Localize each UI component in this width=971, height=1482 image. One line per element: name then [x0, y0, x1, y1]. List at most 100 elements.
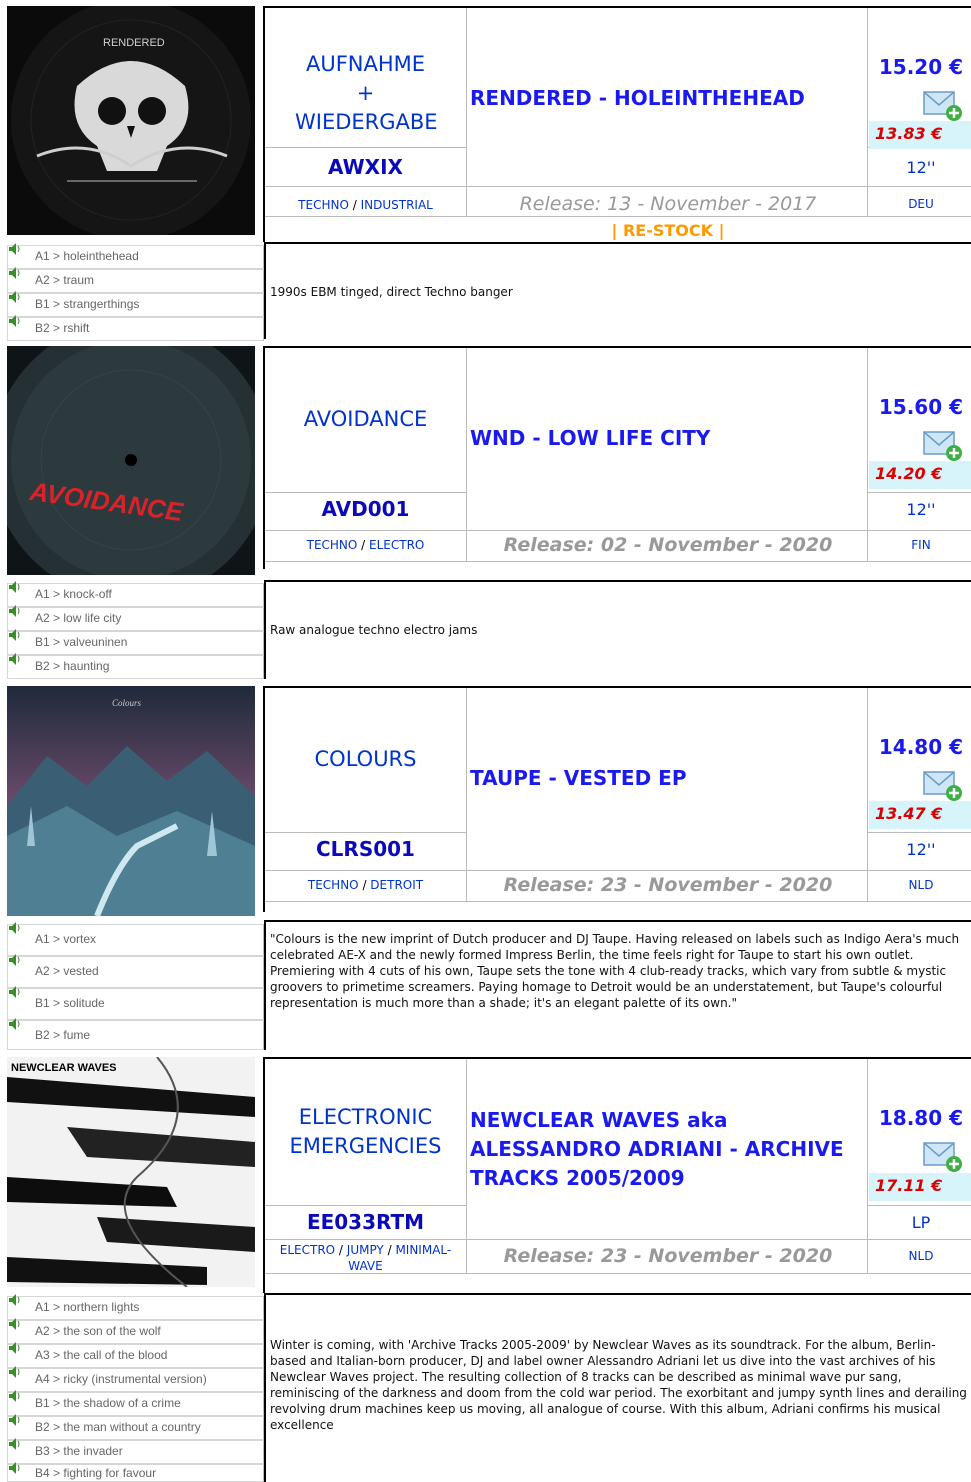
cover-image[interactable]: Colours — [7, 686, 255, 916]
genre-link[interactable]: INDUSTRIAL — [361, 198, 433, 212]
speaker-icon[interactable] — [8, 604, 22, 618]
speaker-icon[interactable] — [8, 1317, 22, 1331]
release-title-link[interactable]: TAUPE - VESTED EP — [470, 764, 866, 793]
genre-separator: / — [358, 878, 371, 892]
speaker-icon[interactable] — [8, 1017, 22, 1031]
track-title: B2 > haunting — [35, 659, 110, 673]
format: LP — [911, 1213, 931, 1232]
speaker-icon[interactable] — [8, 1365, 22, 1379]
catalog-number: AVD001 — [321, 497, 410, 521]
release-info-panel: COLOURS TAUPE - VESTED EP CLRS001 TECHNO… — [263, 686, 971, 912]
speaker-icon[interactable] — [8, 953, 22, 967]
format: 12'' — [906, 500, 936, 519]
genre-link[interactable]: TECHNO — [298, 198, 349, 212]
track-item[interactable]: B3 > the invader — [7, 1437, 264, 1464]
speaker-icon[interactable] — [8, 580, 22, 594]
genre-link[interactable]: DETROIT — [370, 878, 423, 892]
genre-link[interactable]: TECHNO — [308, 878, 359, 892]
track-item[interactable]: A2 > vested — [7, 953, 264, 988]
speaker-icon[interactable] — [8, 921, 22, 935]
album-art-image: Colours — [7, 686, 255, 916]
genre-link[interactable]: TECHNO — [307, 538, 358, 552]
speaker-icon[interactable] — [8, 1413, 22, 1427]
track-item[interactable]: A3 > the call of the blood — [7, 1341, 264, 1368]
track-item[interactable]: A2 > the son of the wolf — [7, 1317, 264, 1344]
email-add-icon[interactable] — [923, 1139, 963, 1173]
track-title: B3 > the invader — [35, 1444, 123, 1458]
genre-link[interactable]: ELECTRO — [280, 1243, 335, 1257]
cover-image[interactable]: AVOIDANCE — [7, 346, 255, 575]
release-title-link[interactable]: WND - LOW LIFE CITY — [470, 424, 866, 453]
track-item[interactable]: A2 > traum — [7, 266, 264, 293]
speaker-icon[interactable] — [8, 628, 22, 642]
label-link[interactable]: ELECTRONIC EMERGENCIES — [265, 1103, 466, 1161]
genre-separator: / — [357, 538, 370, 552]
cover-image[interactable]: NEWCLEAR WAVES — [7, 1057, 255, 1287]
discount-price: 13.47 € — [875, 804, 943, 823]
track-title: A1 > holeinthehead — [35, 249, 139, 263]
track-item[interactable]: A2 > low life city — [7, 604, 264, 631]
track-title: A1 > vortex — [35, 932, 97, 946]
track-title: A1 > northern lights — [35, 1300, 140, 1314]
genre-link[interactable]: ELECTRO — [369, 538, 424, 552]
genre-link[interactable]: JUMPY — [347, 1243, 384, 1257]
genre-separator: / — [383, 1243, 396, 1257]
speaker-icon[interactable] — [8, 1437, 22, 1451]
release-title-link[interactable]: NEWCLEAR WAVES aka ALESSANDRO ADRIANI - … — [470, 1106, 866, 1193]
price: 15.60 € — [878, 395, 963, 419]
speaker-icon[interactable] — [8, 290, 22, 304]
track-item[interactable]: B1 > the shadow of a crime — [7, 1389, 264, 1416]
catalog-number: AWXIX — [328, 155, 403, 179]
speaker-icon[interactable] — [8, 1461, 22, 1475]
track-title: A4 > ricky (instrumental version) — [35, 1372, 207, 1386]
description-text: Raw analogue techno electro jams — [270, 623, 478, 637]
format: 12'' — [906, 840, 936, 859]
track-item[interactable]: A1 > holeinthehead — [7, 242, 264, 269]
genre-links: TECHNO / INDUSTRIAL — [265, 197, 466, 213]
track-title: A1 > knock-off — [35, 587, 112, 601]
speaker-icon[interactable] — [8, 1293, 22, 1307]
track-item[interactable]: B1 > valveuninen — [7, 628, 264, 655]
label-link[interactable]: AVOIDANCE — [265, 405, 466, 434]
track-item[interactable]: A1 > knock-off — [7, 580, 264, 607]
speaker-icon[interactable] — [8, 242, 22, 256]
discount-price-box: 13.83 € — [869, 121, 971, 149]
speaker-icon[interactable] — [8, 266, 22, 280]
speaker-icon[interactable] — [8, 652, 22, 666]
release-title-link[interactable]: RENDERED - HOLEINTHEHEAD — [470, 84, 866, 113]
email-add-icon[interactable] — [923, 768, 963, 802]
label-link[interactable]: AUFNAHME + WIEDERGABE — [265, 50, 466, 137]
release-info-panel: AVOIDANCE WND - LOW LIFE CITY AVD001 TEC… — [263, 346, 971, 569]
email-add-icon[interactable] — [923, 428, 963, 462]
discount-price-box: 14.20 € — [869, 461, 971, 489]
description-text: "Colours is the new imprint of Dutch pro… — [270, 932, 960, 1010]
discount-price: 14.20 € — [875, 464, 943, 483]
track-item[interactable]: B4 > fighting for favour — [7, 1461, 264, 1482]
track-item[interactable]: A1 > vortex — [7, 921, 264, 956]
track-title: B1 > the shadow of a crime — [35, 1396, 181, 1410]
cover-image[interactable]: RENDERED — [7, 6, 255, 235]
speaker-icon[interactable] — [8, 1389, 22, 1403]
speaker-icon[interactable] — [8, 1341, 22, 1355]
track-item[interactable]: B2 > fume — [7, 1017, 264, 1050]
release-date: Release: 13 - November - 2017 — [519, 193, 817, 215]
description-panel: Winter is coming, with 'Archive Tracks 2… — [264, 1293, 971, 1482]
country: DEU — [908, 197, 934, 211]
track-item[interactable]: B2 > the man without a country — [7, 1413, 264, 1440]
track-item[interactable]: A1 > northern lights — [7, 1293, 264, 1320]
track-item[interactable]: A4 > ricky (instrumental version) — [7, 1365, 264, 1392]
cover-title: NEWCLEAR WAVES — [11, 1062, 117, 1074]
track-item[interactable]: B2 > haunting — [7, 652, 264, 679]
format: 12'' — [906, 158, 936, 177]
track-item[interactable]: B2 > rshift — [7, 314, 264, 341]
album-art-image: NEWCLEAR WAVES — [7, 1057, 255, 1287]
track-title: B2 > fume — [35, 1028, 91, 1042]
speaker-icon[interactable] — [8, 314, 22, 328]
track-item[interactable]: B1 > strangerthings — [7, 290, 264, 317]
email-add-icon[interactable] — [923, 88, 963, 122]
speaker-icon[interactable] — [8, 985, 22, 999]
genre-links: TECHNO / DETROIT — [265, 877, 466, 893]
price: 15.20 € — [878, 55, 963, 79]
label-link[interactable]: COLOURS — [265, 745, 466, 774]
track-item[interactable]: B1 > solitude — [7, 985, 264, 1020]
